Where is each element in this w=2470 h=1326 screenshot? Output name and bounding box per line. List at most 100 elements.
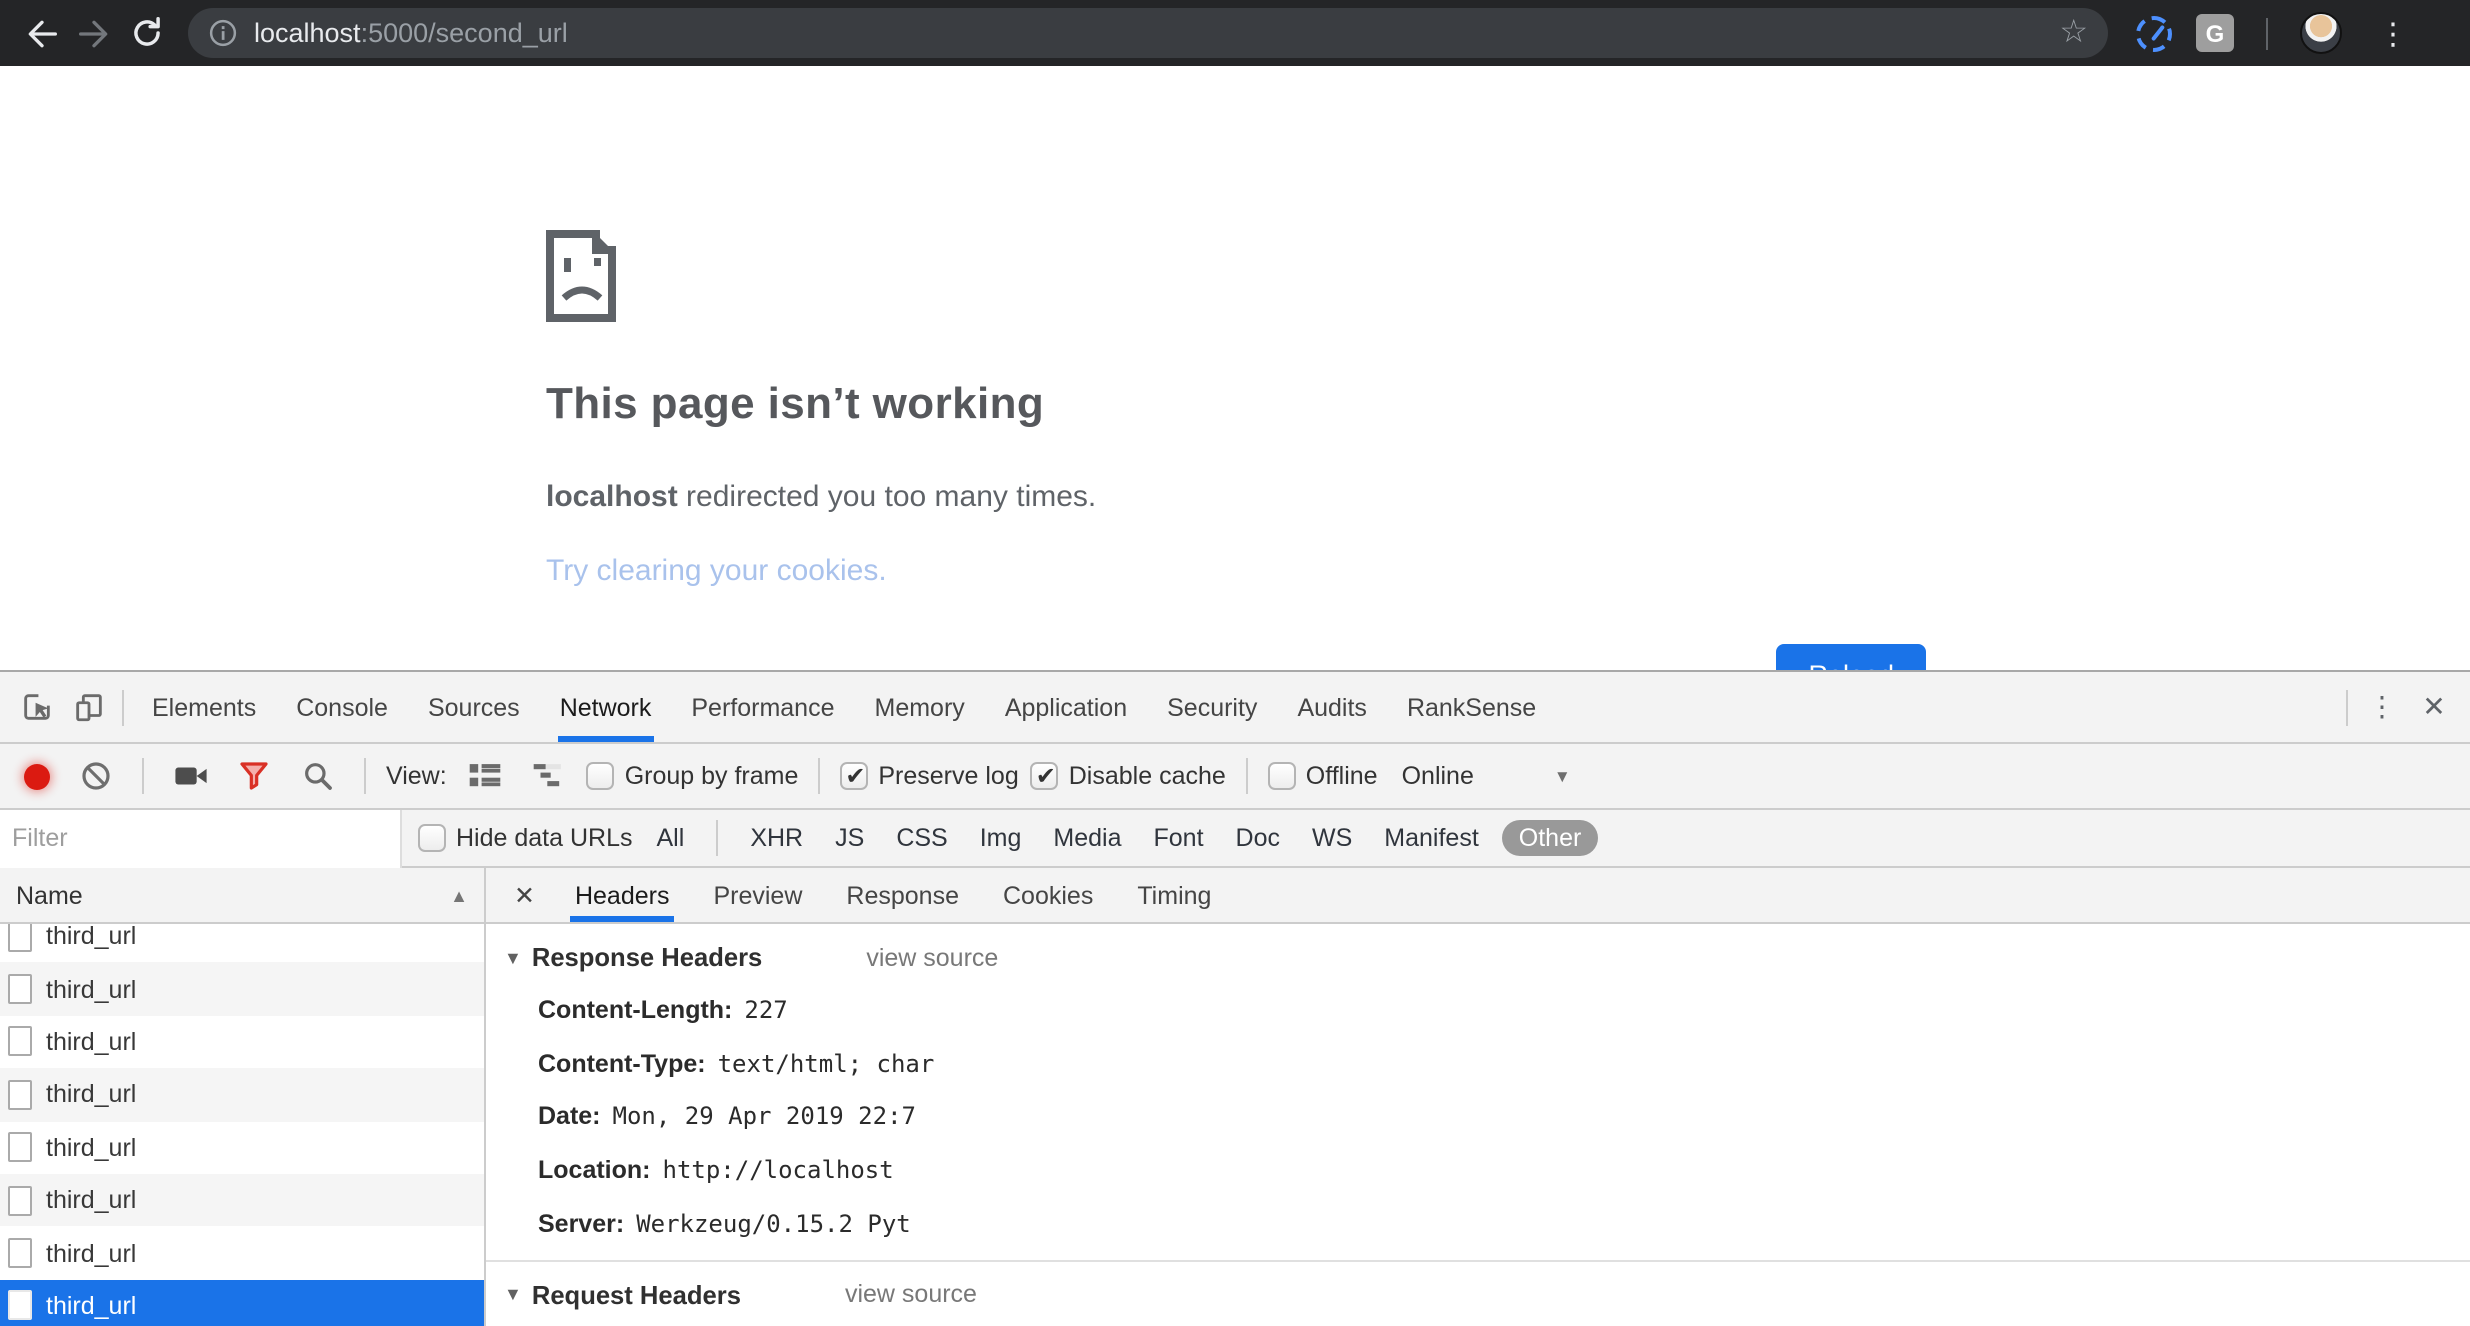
view-source-link[interactable]: view source [866,943,998,971]
tab-sources[interactable]: Sources [408,672,540,742]
tab-security[interactable]: Security [1147,672,1277,742]
request-row[interactable]: third_url [0,1068,484,1121]
tab-performance[interactable]: Performance [671,672,854,742]
url-host: localhost [254,18,361,48]
file-icon [8,1185,32,1215]
inspect-element-button[interactable] [10,681,62,733]
tab-label: Elements [152,693,256,721]
filter-type-js[interactable]: JS [827,820,872,856]
file-icon [8,1027,32,1057]
disclosure-triangle-icon[interactable]: ▼ [504,947,522,967]
header-name: Content-Type: [538,1050,706,1078]
use-large-rows-button[interactable] [459,750,511,802]
profile-avatar[interactable] [2300,12,2342,54]
chevron-down-icon[interactable]: ▼ [1554,766,1571,786]
checkbox-checked-icon [1031,762,1059,790]
tab-audits[interactable]: Audits [1277,672,1387,742]
address-bar[interactable]: localhost:5000/second_url ☆ [188,8,2108,58]
tab-elements[interactable]: Elements [132,672,276,742]
tab-network[interactable]: Network [540,672,672,742]
list-view-icon [468,762,502,790]
info-icon[interactable] [208,18,238,48]
device-toolbar-button[interactable] [62,681,114,733]
back-button[interactable] [16,7,68,59]
record-button[interactable] [24,763,50,789]
file-icon [8,1238,32,1268]
filter-type-other[interactable]: Other [1503,820,1598,856]
tab-memory[interactable]: Memory [855,672,985,742]
capture-screenshots-button[interactable] [164,750,216,802]
throttling-select[interactable]: Online [1402,762,1474,790]
toolbar-separator [1246,758,1248,794]
filter-type-all[interactable]: All [649,820,693,856]
name-column-header[interactable]: Name ▲ [0,868,484,924]
funnel-icon [238,760,270,792]
show-overview-button[interactable] [523,750,575,802]
filter-type-img[interactable]: Img [972,820,1030,856]
gauge-extension-icon[interactable] [2136,15,2172,51]
detail-tab-preview[interactable]: Preview [693,868,822,922]
preserve-log-checkbox[interactable]: Preserve log [840,762,1018,790]
forward-arrow-icon [74,13,114,53]
response-headers-title[interactable]: Response Headers [532,942,762,972]
detail-tab-timing[interactable]: Timing [1117,868,1231,922]
request-row-selected[interactable]: third_url [0,1279,484,1326]
checkbox-label: Hide data URLs [456,824,633,852]
g-extension-icon[interactable]: G [2196,14,2234,52]
reload-icon [127,14,165,52]
header-entry: Location:http://localhost [486,1144,2470,1197]
checkbox-unchecked-icon [1268,762,1296,790]
detail-tab-response[interactable]: Response [826,868,979,922]
header-value: 227 [744,997,787,1025]
reload-button[interactable] [120,7,172,59]
offline-checkbox[interactable]: Offline [1268,762,1378,790]
disable-cache-checkbox[interactable]: Disable cache [1031,762,1226,790]
devtools-menu-kebab-icon[interactable]: ⋮ [2356,681,2408,733]
request-row[interactable]: third_url [0,1121,484,1174]
request-row[interactable]: third_url [0,1227,484,1280]
filter-toggle-button[interactable] [228,750,280,802]
file-icon [8,1291,32,1321]
disclosure-triangle-icon[interactable]: ▼ [504,1285,522,1305]
request-name: third_url [46,1028,136,1056]
bookmark-star-icon[interactable]: ☆ [2059,17,2088,49]
clear-cookies-link[interactable]: Try clearing your cookies. [546,554,1926,588]
detail-tab-cookies[interactable]: Cookies [983,868,1113,922]
filter-type-doc[interactable]: Doc [1228,820,1288,856]
forward-button[interactable] [68,7,120,59]
file-icon [8,1080,32,1110]
error-title: This page isn’t working [546,378,1926,430]
column-header-label: Name [16,881,83,909]
section-divider [486,1260,2470,1262]
request-row[interactable]: third_url [0,1174,484,1227]
clear-button[interactable] [70,750,122,802]
detail-tab-headers[interactable]: Headers [555,868,690,922]
filter-type-manifest[interactable]: Manifest [1376,820,1487,856]
hide-data-urls-checkbox[interactable]: Hide data URLs [418,824,633,852]
filter-type-css[interactable]: CSS [888,820,955,856]
detail-close-icon[interactable]: ✕ [498,868,551,922]
tab-ranksense[interactable]: RankSense [1387,672,1556,742]
request-row[interactable]: third_url [0,1016,484,1069]
tab-console[interactable]: Console [276,672,408,742]
request-row[interactable]: third_url [0,963,484,1016]
browser-menu-kebab-icon[interactable]: ⋮ [2366,15,2420,51]
group-by-frame-checkbox[interactable]: Group by frame [587,762,799,790]
header-value: Mon, 29 Apr 2019 22:7 [613,1103,916,1131]
tab-label: Performance [691,693,834,721]
devtools-close-icon[interactable]: ✕ [2408,681,2460,733]
view-source-link[interactable]: view source [845,1281,977,1309]
search-button[interactable] [292,750,344,802]
checkbox-checked-icon [840,762,868,790]
checkbox-unchecked-icon [587,762,615,790]
filter-type-xhr[interactable]: XHR [742,820,811,856]
filter-type-ws[interactable]: WS [1304,820,1360,856]
tab-application[interactable]: Application [985,672,1147,742]
request-row[interactable]: third_url [0,924,484,963]
error-message-rest: redirected you too many times. [678,480,1097,514]
filter-input[interactable] [0,809,402,867]
request-headers-title[interactable]: Request Headers [532,1280,741,1310]
sort-ascending-icon: ▲ [450,885,468,905]
filter-type-font[interactable]: Font [1146,820,1212,856]
filter-type-media[interactable]: Media [1045,820,1129,856]
